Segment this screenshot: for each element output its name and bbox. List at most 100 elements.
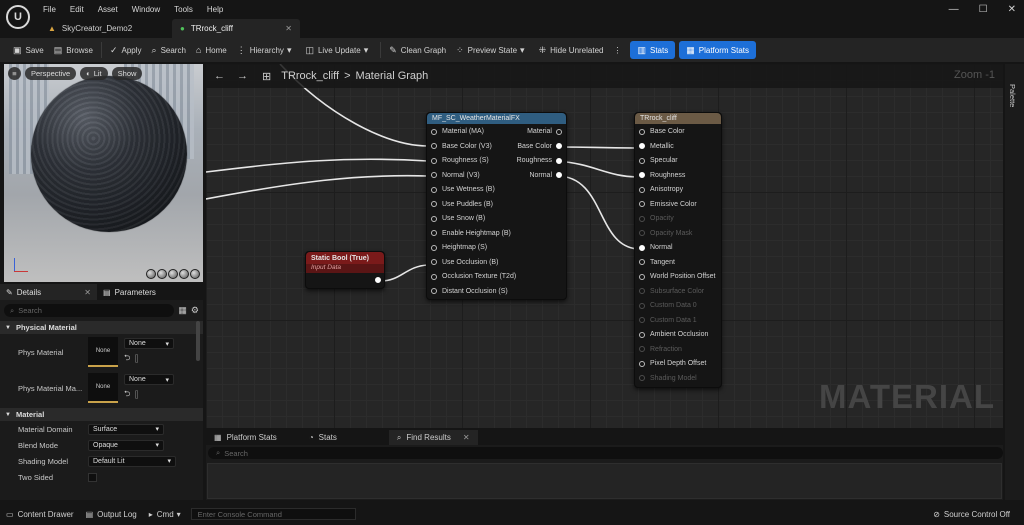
pin-dot[interactable] xyxy=(639,346,645,352)
pin-dot[interactable] xyxy=(639,273,645,280)
pin-dot[interactable] xyxy=(431,201,437,207)
find-results-search-input[interactable]: ⌕ Search xyxy=(208,447,1003,459)
function-output-pin[interactable]: Base Color xyxy=(517,143,562,150)
palette-panel[interactable]: Palette xyxy=(1005,64,1024,500)
pin-dot[interactable] xyxy=(431,230,437,236)
unreal-logo-icon[interactable]: U xyxy=(6,5,30,29)
pin-dot[interactable] xyxy=(556,128,562,135)
two-sided-checkbox[interactable] xyxy=(88,472,97,482)
material-input-pin[interactable]: Base Color xyxy=(639,128,685,135)
function-output-pin[interactable]: Roughness xyxy=(517,157,562,164)
settings-gear-icon[interactable]: ⚙ xyxy=(191,305,199,316)
tab-platform-stats[interactable]: ▦ Platform Stats xyxy=(206,430,285,445)
blend-mode-dropdown[interactable]: Opaque ▾ xyxy=(88,439,164,451)
save-button[interactable]: ▣ Save xyxy=(8,41,49,59)
function-output-pin[interactable]: Material xyxy=(527,128,562,135)
asset-picker-dropdown[interactable]: None ▾ xyxy=(124,338,174,349)
close-window-icon[interactable]: ✕ xyxy=(1008,4,1016,15)
material-input-pin[interactable]: Tangent xyxy=(639,259,675,266)
details-search-input[interactable]: ⌕ Search xyxy=(4,304,175,317)
menu-window[interactable]: Window xyxy=(132,5,160,14)
pin-dot[interactable] xyxy=(639,302,645,309)
function-input-pin[interactable]: Roughness (S) xyxy=(431,157,489,164)
pin-dot[interactable] xyxy=(431,288,437,294)
pin-dot[interactable] xyxy=(639,143,645,149)
tab-stats[interactable]: ◔ Stats xyxy=(301,430,345,445)
material-input-pin[interactable]: Ambient Occlusion xyxy=(639,331,708,338)
more-options-icon[interactable]: ⋮ xyxy=(608,41,626,59)
hierarchy-button[interactable]: ⋮ Hierarchy ▾ xyxy=(232,41,301,59)
back-arrow-icon[interactable]: ← xyxy=(214,70,225,82)
function-input-pin[interactable]: Heightmap (S) xyxy=(431,244,487,251)
pin-dot[interactable] xyxy=(431,215,437,222)
pin-dot[interactable] xyxy=(639,230,645,236)
hide-unrelated-button[interactable]: ⁜ Hide Unrelated xyxy=(534,41,609,59)
material-input-pin[interactable]: Pixel Depth Offset xyxy=(639,360,706,367)
function-input-pin[interactable]: Material (MA) xyxy=(431,128,484,135)
material-input-pin[interactable]: Shading Model xyxy=(639,375,697,382)
breadcrumb-asset[interactable]: TRrock_cliff xyxy=(281,70,339,82)
search-button[interactable]: ⌕ Search xyxy=(147,41,191,59)
tab-find-results[interactable]: ⌕ Find Results ✕ xyxy=(388,430,478,445)
teapot-preview-icon[interactable] xyxy=(190,269,200,279)
pin-dot[interactable] xyxy=(639,244,645,251)
plane-preview-icon[interactable] xyxy=(168,269,178,279)
asset-thumbnail[interactable]: None xyxy=(88,337,118,367)
pin-dot[interactable] xyxy=(431,143,437,149)
tab-level[interactable]: ▲ SkyCreator_Demo2 xyxy=(40,19,168,38)
pin-dot[interactable] xyxy=(639,317,645,323)
pin-dot[interactable] xyxy=(431,172,437,178)
console-input[interactable]: Enter Console Command xyxy=(190,508,356,520)
table-view-icon[interactable]: ▦ xyxy=(178,305,187,316)
browse-button[interactable]: ▤ Browse xyxy=(49,41,98,59)
browse-folder-icon[interactable]: ▯ xyxy=(133,389,141,398)
cube-preview-icon[interactable] xyxy=(179,269,189,279)
shading-model-dropdown[interactable]: Default Lit ▾ xyxy=(88,455,176,467)
details-scrollbar[interactable] xyxy=(196,321,200,361)
pin-dot[interactable] xyxy=(639,186,645,193)
browse-arrow-icon[interactable]: ⮌ xyxy=(124,353,130,362)
tab-material[interactable]: ● TRrock_cliff ✕ xyxy=(172,19,300,38)
node-weather-material-fx[interactable]: MF_SC_WeatherMaterialFX Material (MA) Bas… xyxy=(426,112,567,300)
close-icon[interactable]: ✕ xyxy=(84,288,91,297)
static-bool-output-pin[interactable] xyxy=(371,277,381,283)
menu-asset[interactable]: Asset xyxy=(98,5,118,14)
pin-dot[interactable] xyxy=(639,259,645,265)
pin-dot[interactable] xyxy=(639,128,645,135)
menu-help[interactable]: Help xyxy=(207,5,223,14)
function-input-pin[interactable]: Normal (V3) xyxy=(431,172,480,179)
pin-dot[interactable] xyxy=(431,128,437,135)
function-output-pin[interactable]: Normal xyxy=(529,172,562,179)
forward-arrow-icon[interactable]: → xyxy=(237,70,248,82)
material-input-pin[interactable]: Specular xyxy=(639,157,678,164)
sphere-preview-icon[interactable] xyxy=(157,269,167,279)
asset-thumbnail[interactable]: None xyxy=(88,373,118,403)
category-physical-material[interactable]: ▼ Physical Material xyxy=(0,321,203,334)
pin-dot[interactable] xyxy=(639,288,645,294)
pin-dot[interactable] xyxy=(431,259,437,265)
function-input-pin[interactable]: Use Wetness (B) xyxy=(431,186,495,193)
pin-dot[interactable] xyxy=(431,157,437,164)
material-input-pin[interactable]: World Position Offset xyxy=(639,273,716,280)
function-input-pin[interactable]: Enable Heightmap (B) xyxy=(431,230,511,237)
menu-tools[interactable]: Tools xyxy=(174,5,193,14)
pin-dot[interactable] xyxy=(556,157,562,164)
hamburger-menu-icon[interactable]: ≡ xyxy=(8,67,21,80)
pin-dot[interactable] xyxy=(639,215,645,222)
minimize-icon[interactable]: — xyxy=(949,4,959,15)
pin-dot[interactable] xyxy=(431,273,437,280)
pin-dot[interactable] xyxy=(431,186,437,193)
content-drawer-button[interactable]: ▭ Content Drawer xyxy=(0,505,80,523)
material-domain-dropdown[interactable]: Surface ▾ xyxy=(88,423,164,435)
live-update-button[interactable]: ◫ Live Update ▾ xyxy=(300,41,377,59)
function-input-pin[interactable]: Use Snow (B) xyxy=(431,215,485,222)
cmd-button[interactable]: ▸ Cmd ▾ xyxy=(143,505,187,523)
material-input-pin[interactable]: Refraction xyxy=(639,346,682,353)
function-input-pin[interactable]: Use Occlusion (B) xyxy=(431,259,498,266)
material-input-pin[interactable]: Opacity xyxy=(639,215,674,222)
material-graph-canvas[interactable]: ← → ⊞ TRrock_cliff > Material Graph Zoom… xyxy=(206,64,1003,428)
lit-button[interactable]: ◐ Lit xyxy=(80,67,108,80)
material-input-pin[interactable]: Roughness xyxy=(639,172,685,179)
category-material[interactable]: ▼ Material xyxy=(0,408,203,421)
pin-dot[interactable] xyxy=(639,375,645,381)
